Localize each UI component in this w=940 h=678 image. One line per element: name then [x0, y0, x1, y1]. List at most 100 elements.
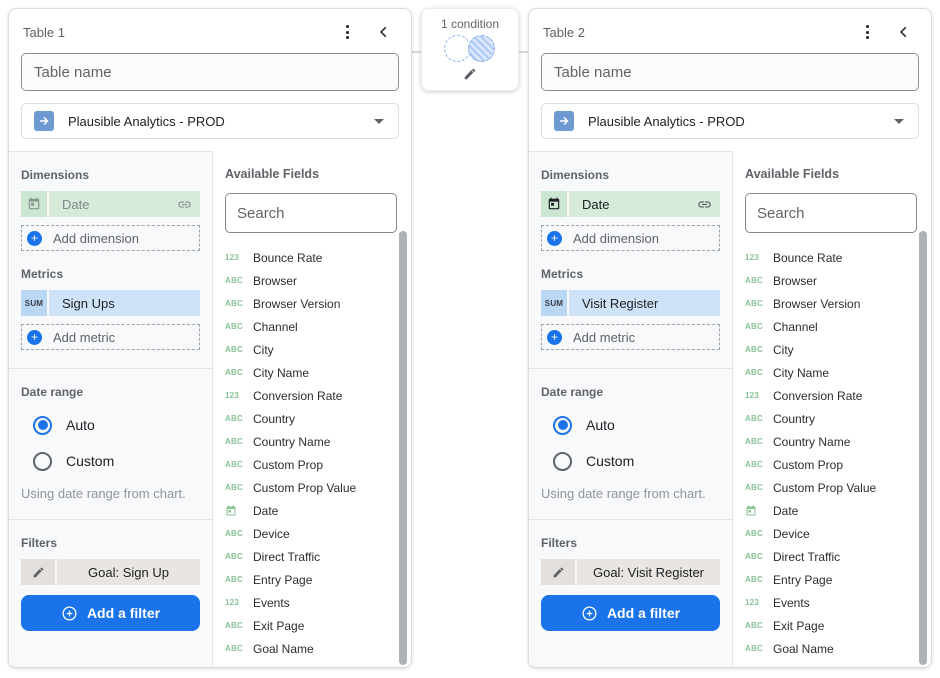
field-row[interactable]: ABC Entry Page — [225, 568, 411, 591]
sum-badge: SUM — [21, 290, 47, 316]
field-row[interactable]: ABC Country — [745, 407, 931, 430]
field-row[interactable]: ABC Browser Version — [225, 292, 411, 315]
table-name-input[interactable] — [541, 53, 919, 91]
plus-circle-icon — [61, 605, 78, 622]
date-range-heading: Date range — [21, 385, 200, 399]
search-input[interactable] — [225, 193, 397, 233]
field-row[interactable]: 123 Bounce Rate — [225, 246, 411, 269]
field-row[interactable]: ABC Channel — [745, 315, 931, 338]
field-row[interactable]: ABC Channel — [225, 315, 411, 338]
field-type-icon: ABC — [225, 483, 253, 492]
link-icon — [177, 197, 192, 212]
field-row[interactable]: ABC Browser — [225, 269, 411, 292]
field-type-icon: ABC — [745, 644, 773, 653]
field-row[interactable]: ABC City — [745, 338, 931, 361]
field-row[interactable]: ABC Country — [225, 407, 411, 430]
more-options-icon[interactable] — [340, 21, 355, 43]
field-type-icon: 123 — [225, 253, 253, 262]
field-row[interactable]: ABC Device — [225, 522, 411, 545]
field-type-icon: ABC — [745, 345, 773, 354]
more-options-icon[interactable] — [860, 21, 875, 43]
field-type-icon: ABC — [745, 299, 773, 308]
join-condition-label: 1 condition — [422, 17, 518, 31]
field-row[interactable]: ABC Browser — [745, 269, 931, 292]
field-type-icon: ABC — [225, 552, 253, 561]
field-list-scrollbar[interactable] — [919, 231, 927, 665]
add-dimension-button[interactable]: + Add dimension — [541, 225, 720, 251]
filter-chip[interactable]: Goal: Visit Register — [541, 559, 720, 585]
field-row[interactable]: ABC Browser Version — [745, 292, 931, 315]
field-row[interactable]: ABC Entry Page — [745, 568, 931, 591]
add-metric-button[interactable]: + Add metric — [21, 324, 200, 350]
radio-auto[interactable]: Auto — [553, 415, 720, 435]
data-source-selector[interactable]: Plausible Analytics - PROD — [21, 103, 399, 139]
field-row[interactable]: 123 Events — [225, 591, 411, 614]
field-row[interactable]: ABC Custom Prop — [225, 453, 411, 476]
field-row[interactable]: Date — [745, 499, 931, 522]
field-row[interactable]: ABC Custom Prop — [745, 453, 931, 476]
field-row[interactable]: ABC Hostname — [745, 660, 931, 668]
dimension-chip-date[interactable]: Date — [21, 191, 200, 217]
field-row[interactable]: ABC Country Name — [225, 430, 411, 453]
field-row[interactable]: ABC Goal Name — [745, 637, 931, 660]
radio-custom[interactable]: Custom — [553, 451, 720, 471]
field-row[interactable]: 123 Conversion Rate — [225, 384, 411, 407]
metrics-heading: Metrics — [21, 267, 200, 281]
field-row[interactable]: ABC Country Name — [745, 430, 931, 453]
add-filter-button[interactable]: Add a filter — [21, 595, 200, 631]
data-source-name: Plausible Analytics - PROD — [68, 114, 225, 129]
dimension-chip-date[interactable]: Date — [541, 191, 720, 217]
field-row[interactable]: ABC Direct Traffic — [745, 545, 931, 568]
plus-icon: + — [547, 231, 562, 246]
field-row[interactable]: ABC Goal Name — [225, 637, 411, 660]
field-list: 123 Bounce Rate ABC Browser — [745, 246, 931, 668]
collapse-panel-icon[interactable] — [377, 25, 391, 39]
field-list-scrollbar[interactable] — [399, 231, 407, 665]
edit-join-pencil-icon[interactable] — [463, 67, 477, 81]
field-row[interactable]: ABC Exit Page — [225, 614, 411, 637]
divider — [529, 368, 732, 369]
field-row[interactable]: 123 Events — [745, 591, 931, 614]
search-input[interactable] — [745, 193, 917, 233]
field-type-icon: ABC — [745, 460, 773, 469]
add-metric-button[interactable]: + Add metric — [541, 324, 720, 350]
field-type-icon: 123 — [225, 598, 253, 607]
field-row[interactable]: ABC Hostname — [225, 660, 411, 668]
metric-chip-label: Sign Ups — [62, 296, 115, 311]
radio-custom[interactable]: Custom — [33, 451, 200, 471]
field-row[interactable]: 123 Bounce Rate — [745, 246, 931, 269]
add-filter-button[interactable]: Add a filter — [541, 595, 720, 631]
radio-auto[interactable]: Auto — [33, 415, 200, 435]
field-type-icon: ABC — [225, 529, 253, 538]
metric-chip[interactable]: SUM Visit Register — [541, 290, 720, 316]
collapse-panel-icon[interactable] — [897, 25, 911, 39]
radio-icon — [553, 416, 572, 435]
field-type-icon: 123 — [745, 598, 773, 607]
field-row[interactable]: ABC City Name — [225, 361, 411, 384]
field-row[interactable]: ABC Device — [745, 522, 931, 545]
field-row[interactable]: ABC City — [225, 338, 411, 361]
field-row[interactable]: 123 Conversion Rate — [745, 384, 931, 407]
field-type-icon: 123 — [225, 391, 253, 400]
field-row[interactable]: ABC Custom Prop Value — [745, 476, 931, 499]
date-range-heading: Date range — [541, 385, 720, 399]
field-type-icon: ABC — [225, 345, 253, 354]
field-type-icon: ABC — [745, 667, 773, 668]
join-configuration-card[interactable]: 1 condition — [421, 8, 519, 91]
dimension-chip-label: Date — [62, 197, 89, 212]
field-row[interactable]: ABC Custom Prop Value — [225, 476, 411, 499]
table-name-input[interactable] — [21, 53, 399, 91]
field-row[interactable]: Date — [225, 499, 411, 522]
filters-heading: Filters — [21, 536, 200, 550]
radio-icon — [553, 452, 572, 471]
field-type-icon: ABC — [745, 322, 773, 331]
metric-chip[interactable]: SUM Sign Ups — [21, 290, 200, 316]
date-range-note: Using date range from chart. — [541, 486, 720, 501]
field-row[interactable]: ABC City Name — [745, 361, 931, 384]
add-dimension-button[interactable]: + Add dimension — [21, 225, 200, 251]
field-row[interactable]: ABC Exit Page — [745, 614, 931, 637]
field-row[interactable]: ABC Direct Traffic — [225, 545, 411, 568]
data-source-selector[interactable]: Plausible Analytics - PROD — [541, 103, 919, 139]
caret-down-icon — [374, 119, 384, 124]
filter-chip[interactable]: Goal: Sign Up — [21, 559, 200, 585]
